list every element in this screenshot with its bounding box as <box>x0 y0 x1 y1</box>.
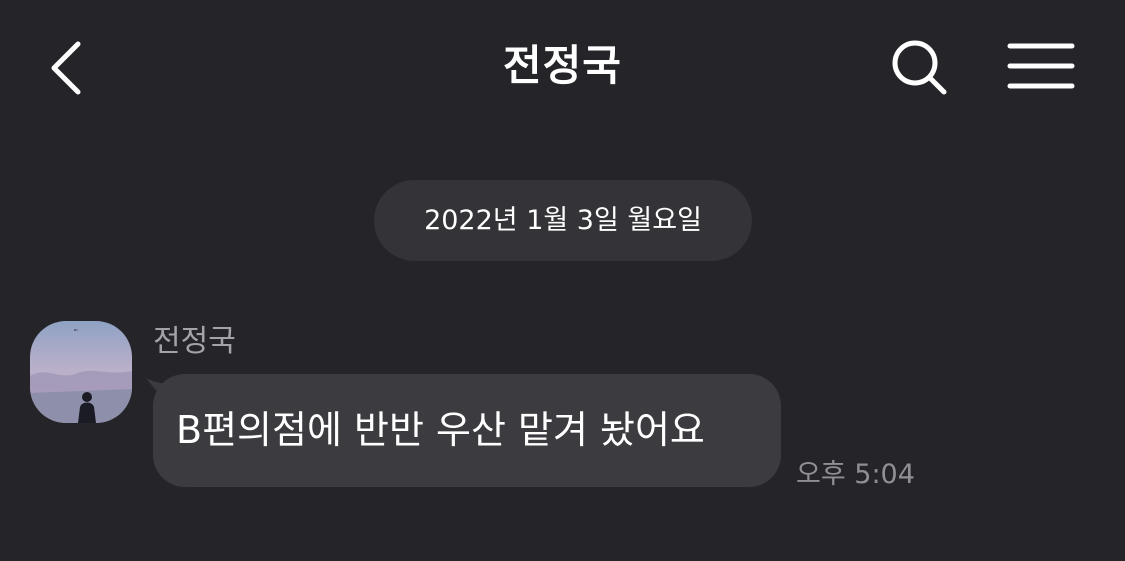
message-text: B편의점에 반반 우산 맡겨 놨어요 <box>176 408 705 452</box>
sender-name: 전정국 <box>153 324 236 359</box>
menu-button[interactable] <box>1006 40 1076 92</box>
message-timestamp: 오후 5:04 <box>796 459 915 490</box>
hamburger-menu-icon <box>1007 43 1075 89</box>
date-divider: 2022년 1월 3일 월요일 <box>374 180 752 261</box>
search-button[interactable] <box>888 36 950 98</box>
chat-title: 전정국 <box>503 41 622 90</box>
chat-header: 전정국 <box>0 0 1125 130</box>
profile-avatar[interactable] <box>30 321 132 423</box>
avatar-image <box>30 321 132 423</box>
search-icon <box>892 40 947 95</box>
